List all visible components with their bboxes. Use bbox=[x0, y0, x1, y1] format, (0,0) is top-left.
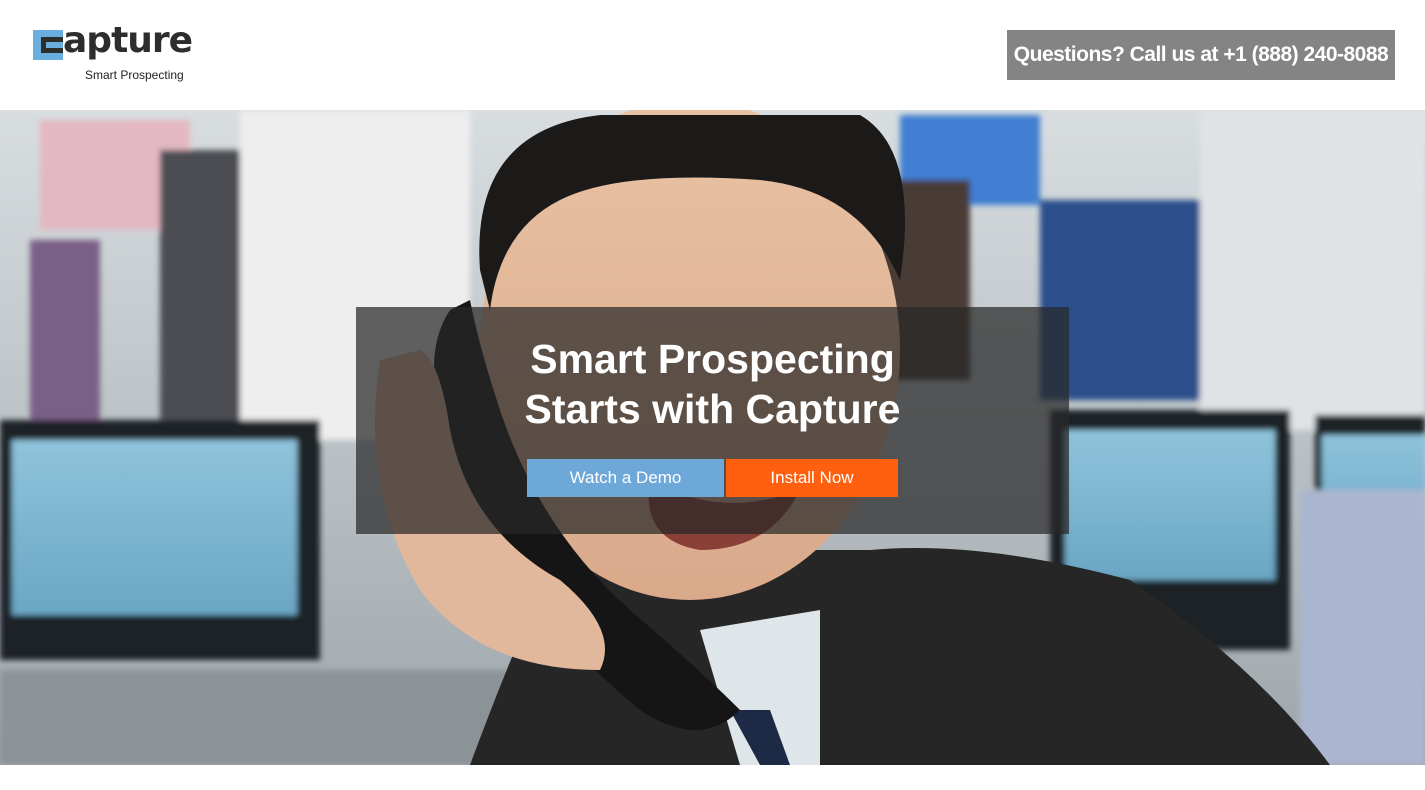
watch-demo-button[interactable]: Watch a Demo bbox=[527, 459, 724, 497]
logo-wordmark: apture bbox=[63, 20, 193, 61]
hero-headline-line-1: Smart Prospecting bbox=[530, 336, 895, 382]
logo-tagline: Smart Prospecting bbox=[85, 68, 184, 82]
capture-logo[interactable]: apture Smart Prospecting bbox=[33, 20, 193, 86]
capture-logo-mark-icon bbox=[33, 30, 63, 60]
site-header: apture Smart Prospecting Questions? Call… bbox=[0, 0, 1425, 110]
hero-section: Smart Prospecting Starts with Capture Wa… bbox=[0, 110, 1425, 765]
hero-cta-panel: Smart Prospecting Starts with Capture Wa… bbox=[356, 307, 1069, 534]
hero-headline-line-2: Starts with Capture bbox=[524, 386, 901, 432]
call-us-banner[interactable]: Questions? Call us at +1 (888) 240-8088 bbox=[1007, 30, 1395, 80]
hero-headline: Smart Prospecting Starts with Capture bbox=[356, 334, 1069, 434]
install-now-button[interactable]: Install Now bbox=[726, 459, 898, 497]
